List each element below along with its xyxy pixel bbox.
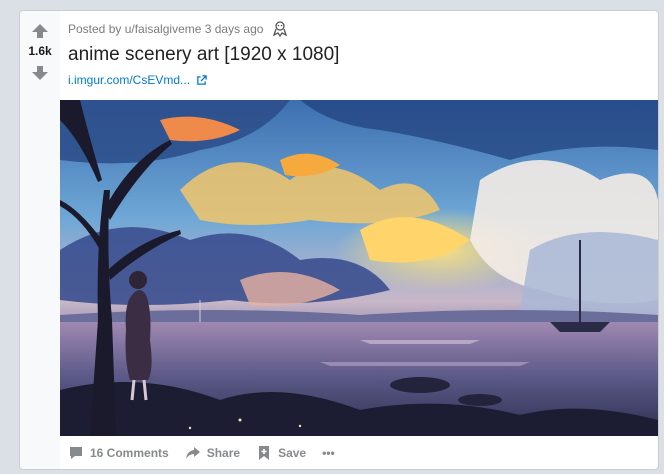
upvote-button[interactable]: [30, 23, 50, 39]
post-meta: Posted by u/faisalgiveme 3 days ago: [68, 20, 289, 38]
scenery-artwork: [60, 100, 658, 436]
share-icon: [185, 447, 200, 459]
share-label: Share: [206, 446, 241, 460]
downvote-arrow-icon: [32, 66, 48, 80]
more-options-icon: •••: [322, 446, 335, 460]
post-image[interactable]: [60, 100, 658, 436]
downvote-button[interactable]: [30, 65, 50, 81]
save-label: Save: [278, 446, 307, 460]
posted-by-text[interactable]: Posted by u/faisalgiveme 3 days ago: [68, 22, 263, 36]
comments-label: 16 Comments: [90, 446, 169, 460]
upvote-arrow-icon: [32, 24, 48, 38]
post-title[interactable]: anime scenery art [1920 x 1080]: [68, 44, 339, 66]
vote-column: 1.6k: [20, 11, 60, 469]
comments-button[interactable]: 16 Comments: [68, 445, 169, 461]
link-text[interactable]: i.imgur.com/CsEVmd...: [68, 73, 190, 87]
post-card[interactable]: 1.6k Posted by u/faisalgiveme 3 days ago…: [19, 10, 659, 470]
bookmark-add-icon: [259, 446, 270, 460]
share-button[interactable]: Share: [185, 445, 240, 461]
award-icon[interactable]: [271, 20, 289, 38]
comment-icon: [70, 447, 82, 459]
vote-score: 1.6k: [28, 44, 52, 58]
external-link[interactable]: i.imgur.com/CsEVmd...: [68, 73, 207, 87]
post-actions: 16 Comments Share Save •••: [68, 443, 335, 463]
save-button[interactable]: Save: [256, 445, 306, 461]
external-link-icon: [197, 74, 207, 85]
more-options-button[interactable]: •••: [322, 446, 335, 460]
